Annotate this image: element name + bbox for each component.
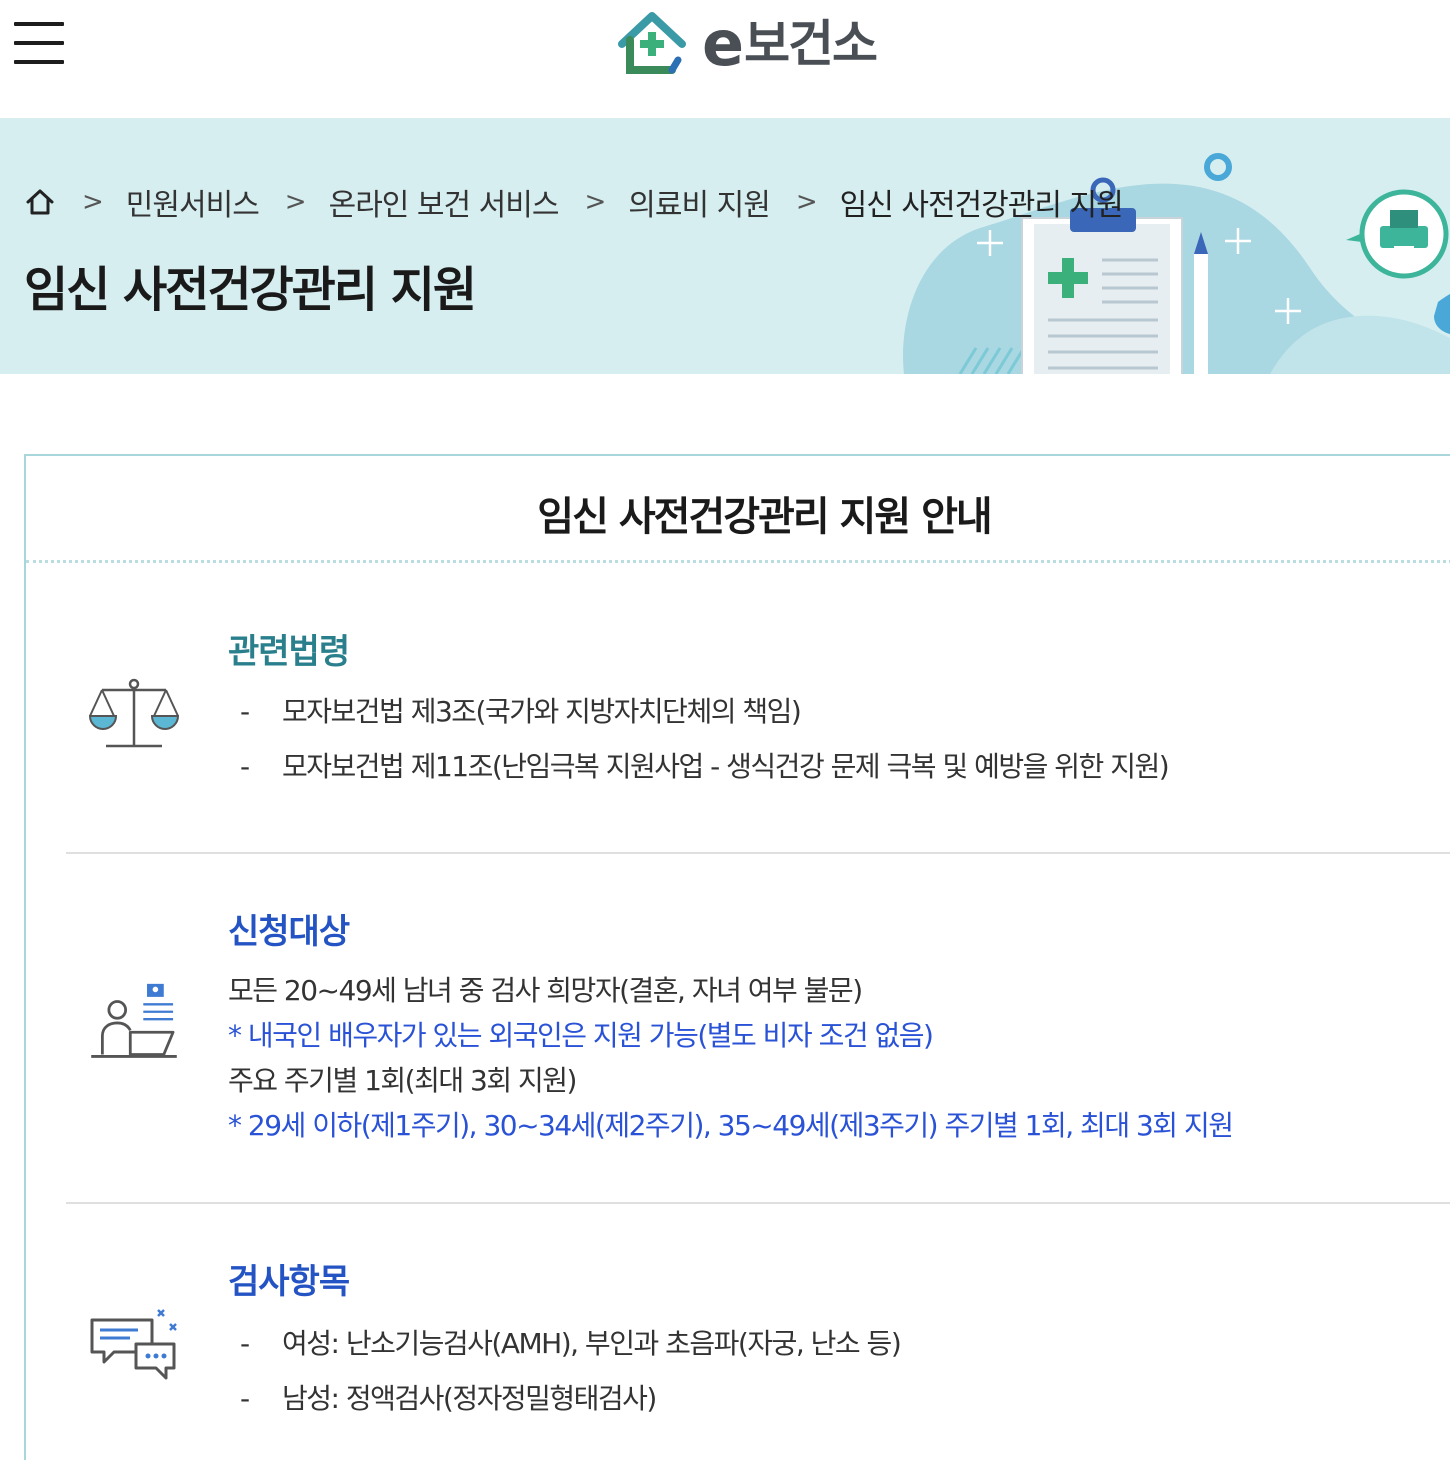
breadcrumb-separator: >: [795, 187, 818, 217]
breadcrumb: > 민원서비스 > 온라인 보건 서비스 > 의료비 지원 > 임신 사전건강관…: [24, 180, 1124, 224]
eligibility-line: 주요 주기별 1회(최대 3회 지원): [228, 1064, 577, 1097]
home-icon[interactable]: [24, 186, 56, 218]
breadcrumb-separator: >: [284, 187, 307, 217]
list-item: 모자보건법 제11조(난임극복 지원사업 - 생식건강 문제 극복 및 예방을 …: [228, 739, 1448, 794]
site-logo[interactable]: e 보건소: [616, 6, 878, 82]
breadcrumb-item-medical-cost[interactable]: 의료비 지원: [628, 180, 771, 224]
guide-box: 임신 사전건강관리 지원 안내 관련법령 모자보건법 제3조(국가와 지방자치단…: [24, 454, 1450, 1460]
eligibility-note: * 내국인 배우자가 있는 외국인은 지원 가능(별도 비자 조건 없음): [228, 1019, 934, 1052]
section-body: 신청대상 모든 20~49세 남녀 중 검사 희망자(결혼, 자녀 여부 불문)…: [228, 912, 1448, 1148]
breadcrumb-separator: >: [584, 187, 607, 217]
hamburger-menu-icon[interactable]: [14, 22, 66, 66]
eligibility-note: * 29세 이하(제1주기), 30~34세(제2주기), 35~49세(제3주…: [228, 1109, 1234, 1142]
section-title: 신청대상: [228, 912, 350, 952]
logo-e-letter: e: [702, 7, 744, 80]
section-title: 검사항목: [228, 1262, 350, 1302]
guide-title: 임신 사전건강관리 지원 안내: [537, 494, 992, 540]
section-body: 검사항목 여성: 난소기능검사(AMH), 부인과 초음파(자궁, 난소 등) …: [228, 1262, 1448, 1426]
chat-bubbles-icon: [90, 1309, 177, 1380]
top-header: e 보건소: [0, 0, 1450, 118]
list-item: 여성: 난소기능검사(AMH), 부인과 초음파(자궁, 난소 등): [228, 1316, 1448, 1371]
clipboard-illustration: [903, 153, 1450, 374]
dotted-divider: [26, 560, 1450, 563]
page-title: 임신 사전건강관리 지원: [24, 262, 477, 318]
section-divider: [66, 1202, 1450, 1204]
breadcrumb-item-online-health[interactable]: 온라인 보건 서비스: [329, 180, 560, 224]
list-item: 남성: 정액검사(정자정밀형태검사): [228, 1371, 1448, 1426]
eligibility-line: 모든 20~49세 남녀 중 검사 희망자(결혼, 자녀 여부 불문): [228, 974, 863, 1007]
section-body: 관련법령 모자보건법 제3조(국가와 지방자치단체의 책임) 모자보건법 제11…: [228, 632, 1448, 794]
breadcrumb-item-current[interactable]: 임신 사전건강관리 지원: [840, 180, 1124, 224]
list-item: 모자보건법 제3조(국가와 지방자치단체의 책임): [228, 684, 1448, 739]
section-divider: [66, 852, 1450, 854]
breadcrumb-item-civil-service[interactable]: 민원서비스: [126, 180, 260, 224]
page-banner: > 민원서비스 > 온라인 보건 서비스 > 의료비 지원 > 임신 사전건강관…: [0, 118, 1450, 374]
logo-text: 보건소: [744, 15, 878, 73]
breadcrumb-separator: >: [82, 187, 104, 217]
section-title: 관련법령: [228, 632, 350, 672]
scale-icon: [88, 678, 180, 748]
house-plus-logo-icon: [618, 12, 686, 74]
person-laptop-icon: [91, 983, 177, 1058]
